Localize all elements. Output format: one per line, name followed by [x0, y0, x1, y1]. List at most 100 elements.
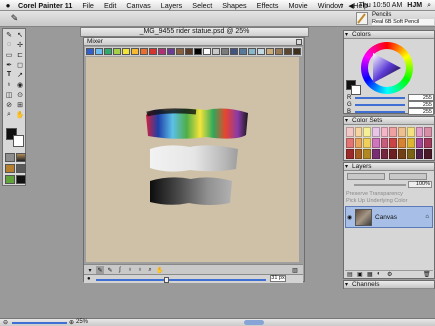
zoom-icon[interactable]: ⌕ — [146, 266, 154, 274]
mixer-size-thumb[interactable] — [164, 277, 169, 283]
pick-up-underlying-color-checkbox[interactable]: Pick Up Underlying Color — [346, 198, 432, 204]
user-text[interactable]: HJM — [407, 2, 422, 9]
menu-edit[interactable]: Edit — [99, 1, 121, 10]
zoom-slider[interactable] — [12, 322, 67, 324]
zoom-out-icon[interactable]: ⊖ — [3, 319, 8, 326]
crop-icon[interactable]: ⊏ — [15, 50, 25, 59]
menu-select[interactable]: Select — [187, 1, 217, 10]
mixer-swatch[interactable] — [149, 48, 157, 55]
nozzle-selector[interactable] — [16, 175, 26, 184]
brush-category[interactable]: Pencils — [372, 12, 434, 18]
mixer-swatch[interactable] — [293, 48, 301, 55]
shape-selection-icon[interactable]: ↗ — [15, 70, 25, 79]
pattern-selector[interactable] — [5, 164, 15, 173]
dynamic-plugins-icon[interactable]: ⚙ — [387, 271, 392, 278]
color-set-swatch[interactable] — [398, 127, 406, 137]
color-set-swatch[interactable] — [398, 149, 406, 159]
text-icon[interactable]: T — [4, 70, 14, 79]
color-set-swatch[interactable] — [354, 127, 363, 137]
layer-adjuster-icon[interactable]: ↖ — [15, 30, 25, 39]
mixer-swatch[interactable] — [104, 48, 112, 55]
composite-depth-select[interactable] — [389, 173, 427, 180]
color-set-swatch[interactable] — [363, 138, 372, 148]
colors-panel-header[interactable]: Colors — [344, 31, 434, 39]
mix-color-icon[interactable]: ∫ — [116, 266, 124, 274]
composite-method-select[interactable] — [347, 173, 385, 180]
mixer-swatch[interactable] — [203, 48, 211, 55]
mixer-swatch[interactable] — [167, 48, 175, 55]
shape-icon[interactable]: ◻ — [15, 60, 25, 69]
menu-movie[interactable]: Movie — [284, 1, 313, 10]
color-set-swatch[interactable] — [415, 149, 424, 159]
blue-slider[interactable] — [355, 111, 405, 113]
mixer-swatch[interactable] — [239, 48, 247, 55]
mixer-menu-icon[interactable]: ▾ — [86, 266, 94, 274]
additional-color-preview[interactable] — [351, 85, 361, 95]
color-set-swatch[interactable] — [380, 149, 389, 159]
apple-menu-icon[interactable]: ● — [3, 0, 13, 10]
zoom-in-icon[interactable]: ⊕ — [69, 319, 74, 326]
mixer-swatch[interactable] — [221, 48, 229, 55]
color-set-swatch[interactable] — [406, 138, 415, 148]
paint-bucket-icon[interactable]: ◉ — [15, 80, 25, 89]
new-group-icon[interactable]: ▦ — [367, 271, 373, 278]
clock-text[interactable]: Thu 10:50 AM — [359, 2, 403, 9]
mixer-swatch[interactable] — [257, 48, 265, 55]
red-value[interactable]: 255 — [408, 94, 434, 101]
color-set-swatch[interactable] — [389, 138, 398, 148]
layer-commands-icon[interactable]: ▤ — [347, 271, 353, 278]
mixer-pad[interactable] — [86, 57, 299, 262]
color-set-swatch[interactable] — [424, 138, 432, 148]
color-set-swatch[interactable] — [354, 149, 363, 159]
color-set-swatch[interactable] — [372, 149, 380, 159]
menu-effects[interactable]: Effects — [252, 1, 284, 10]
layer-lock-icon[interactable]: ⌂ — [425, 214, 429, 220]
look-selector[interactable] — [5, 175, 15, 184]
wifi-icon[interactable]: ◔ — [339, 2, 343, 9]
magic-wand-icon[interactable]: ✢ — [15, 40, 25, 49]
delete-layer-icon[interactable]: 🗑 — [423, 271, 431, 278]
brush-tool-icon[interactable]: ✎ — [4, 30, 14, 39]
grabber-icon[interactable]: ✋ — [15, 110, 25, 119]
color-set-swatch[interactable] — [406, 127, 415, 137]
clone-icon[interactable]: ⊙ — [15, 90, 25, 99]
color-set-swatch[interactable] — [380, 127, 389, 137]
color-set-swatch[interactable] — [372, 127, 380, 137]
apply-color-icon[interactable]: ✎ — [106, 266, 114, 274]
mixer-swatch[interactable] — [230, 48, 238, 55]
layers-panel-header[interactable]: Layers — [344, 163, 434, 171]
color-set-swatch[interactable] — [424, 127, 432, 137]
mixer-size-slider[interactable] — [96, 279, 266, 281]
mixer-swatch[interactable] — [158, 48, 166, 55]
mixer-swatch[interactable] — [212, 48, 220, 55]
rect-select-icon[interactable]: ▭ — [4, 50, 14, 59]
brush-variant[interactable]: Real 6B Soft Pencil — [372, 19, 434, 25]
mixer-swatch[interactable] — [86, 48, 94, 55]
color-set-swatch[interactable] — [363, 149, 372, 159]
mixer-swatch[interactable] — [275, 48, 283, 55]
mirror-icon[interactable]: ⊘ — [4, 100, 14, 109]
menu-shapes[interactable]: Shapes — [217, 1, 251, 10]
sample-color-icon[interactable]: ♁ — [126, 266, 134, 274]
layer-mask-icon[interactable]: ◐ — [377, 271, 381, 277]
red-slider[interactable] — [355, 97, 405, 99]
mixer-swatch[interactable] — [194, 48, 202, 55]
color-set-swatch[interactable] — [363, 127, 372, 137]
mixer-swatch[interactable] — [131, 48, 139, 55]
color-set-swatch[interactable] — [346, 138, 354, 148]
volume-icon[interactable]: ◀ — [348, 2, 353, 10]
gradient-selector[interactable] — [16, 153, 26, 162]
mixer-close-icon[interactable] — [296, 39, 302, 45]
new-layer-icon[interactable]: ▣ — [357, 271, 363, 278]
clear-icon[interactable]: ▥ — [291, 266, 299, 274]
weave-selector[interactable] — [16, 164, 26, 173]
color-set-swatch[interactable] — [424, 149, 432, 159]
green-slider[interactable] — [355, 104, 405, 106]
mixer-size-value[interactable]: 31 px — [270, 275, 286, 282]
color-set-swatch[interactable] — [389, 149, 398, 159]
pan-icon[interactable]: ✋ — [156, 266, 164, 274]
channels-panel-header[interactable]: Channels — [344, 281, 434, 289]
lasso-icon[interactable]: ◌ — [4, 40, 14, 49]
color-set-swatch[interactable] — [380, 138, 389, 148]
spotlight-icon[interactable]: ⌕ — [427, 2, 431, 10]
